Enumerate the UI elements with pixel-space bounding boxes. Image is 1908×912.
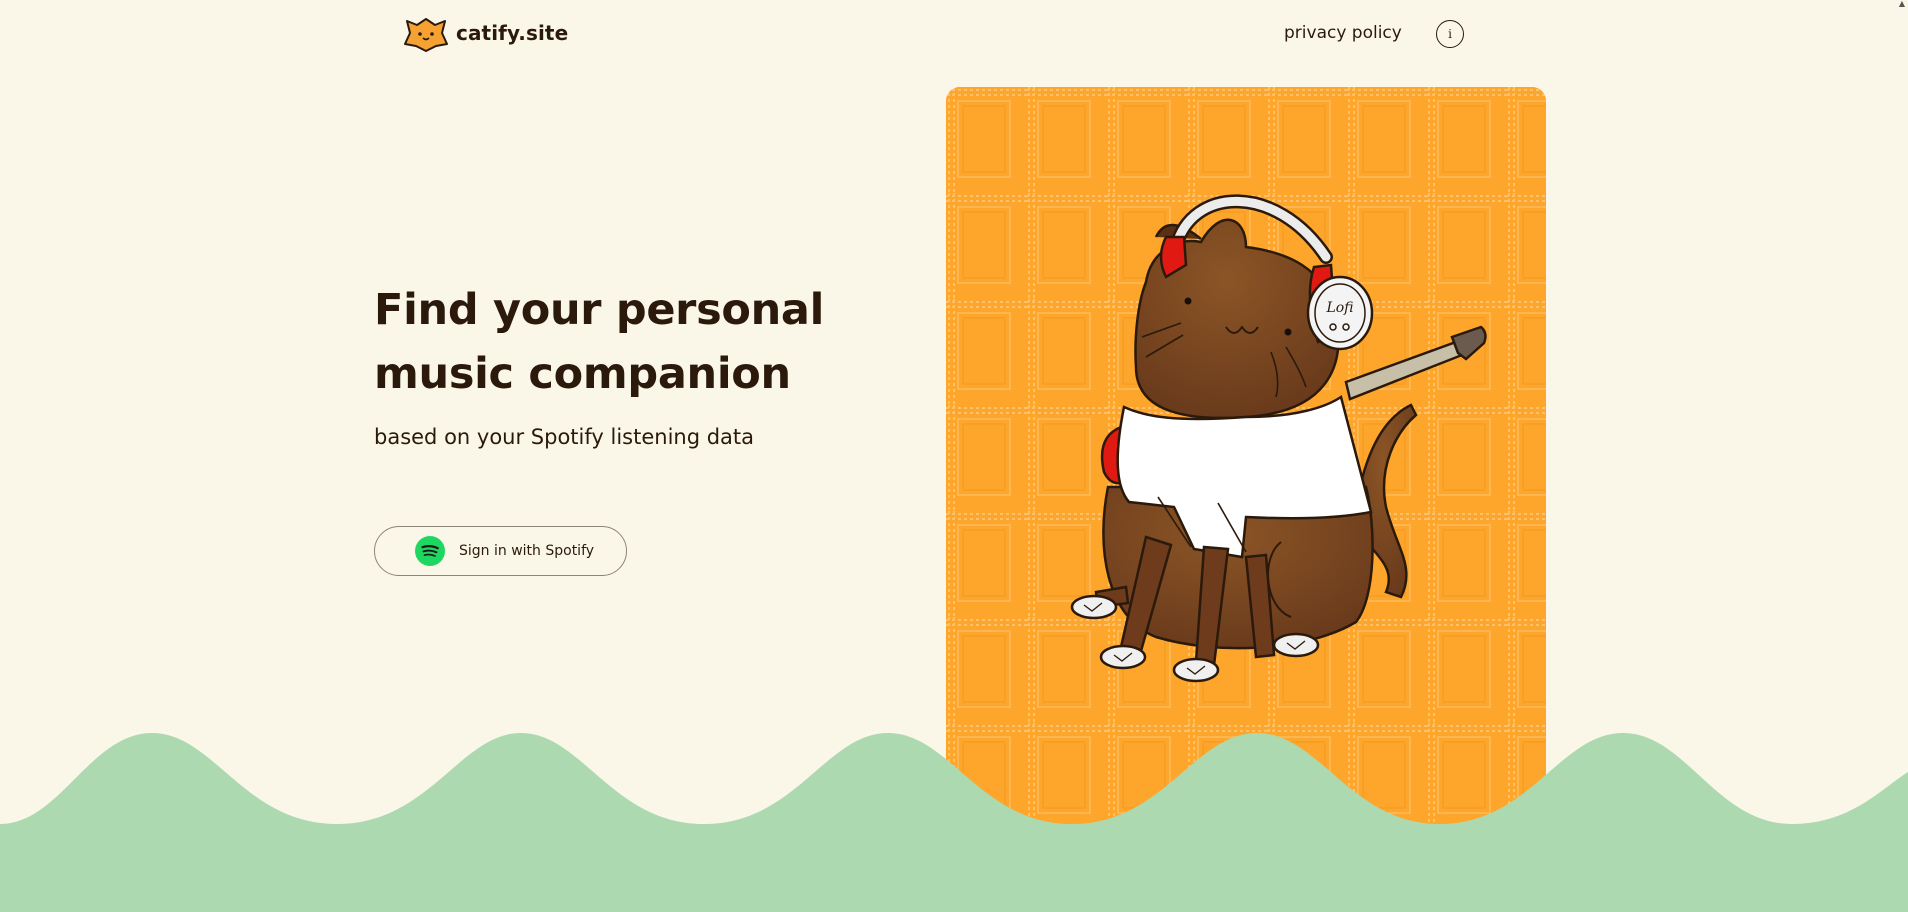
hero-subtitle: based on your Spotify listening data (374, 425, 755, 449)
illustration-card: Lofi (946, 87, 1546, 827)
spotify-icon (415, 536, 445, 566)
info-button[interactable]: i (1436, 20, 1464, 48)
headphone-label: Lofi (1325, 300, 1353, 316)
sign-in-with-spotify-button[interactable]: Sign in with Spotify (374, 526, 627, 576)
info-icon: i (1448, 27, 1452, 41)
top-navigation: catify.site privacy policy i (0, 0, 1908, 70)
brand-home-link[interactable]: catify.site (404, 12, 568, 54)
hero-title: Find your personal music companion (374, 285, 825, 399)
brand-name: catify.site (456, 21, 569, 45)
scroll-up-arrow-icon[interactable]: ▲ (1896, 0, 1908, 8)
cat-star-logo-icon (404, 18, 448, 52)
cat-with-headphones-illustration: Lofi (946, 87, 1546, 827)
privacy-policy-link[interactable]: privacy policy (1284, 23, 1402, 43)
sign-in-label: Sign in with Spotify (459, 543, 595, 559)
